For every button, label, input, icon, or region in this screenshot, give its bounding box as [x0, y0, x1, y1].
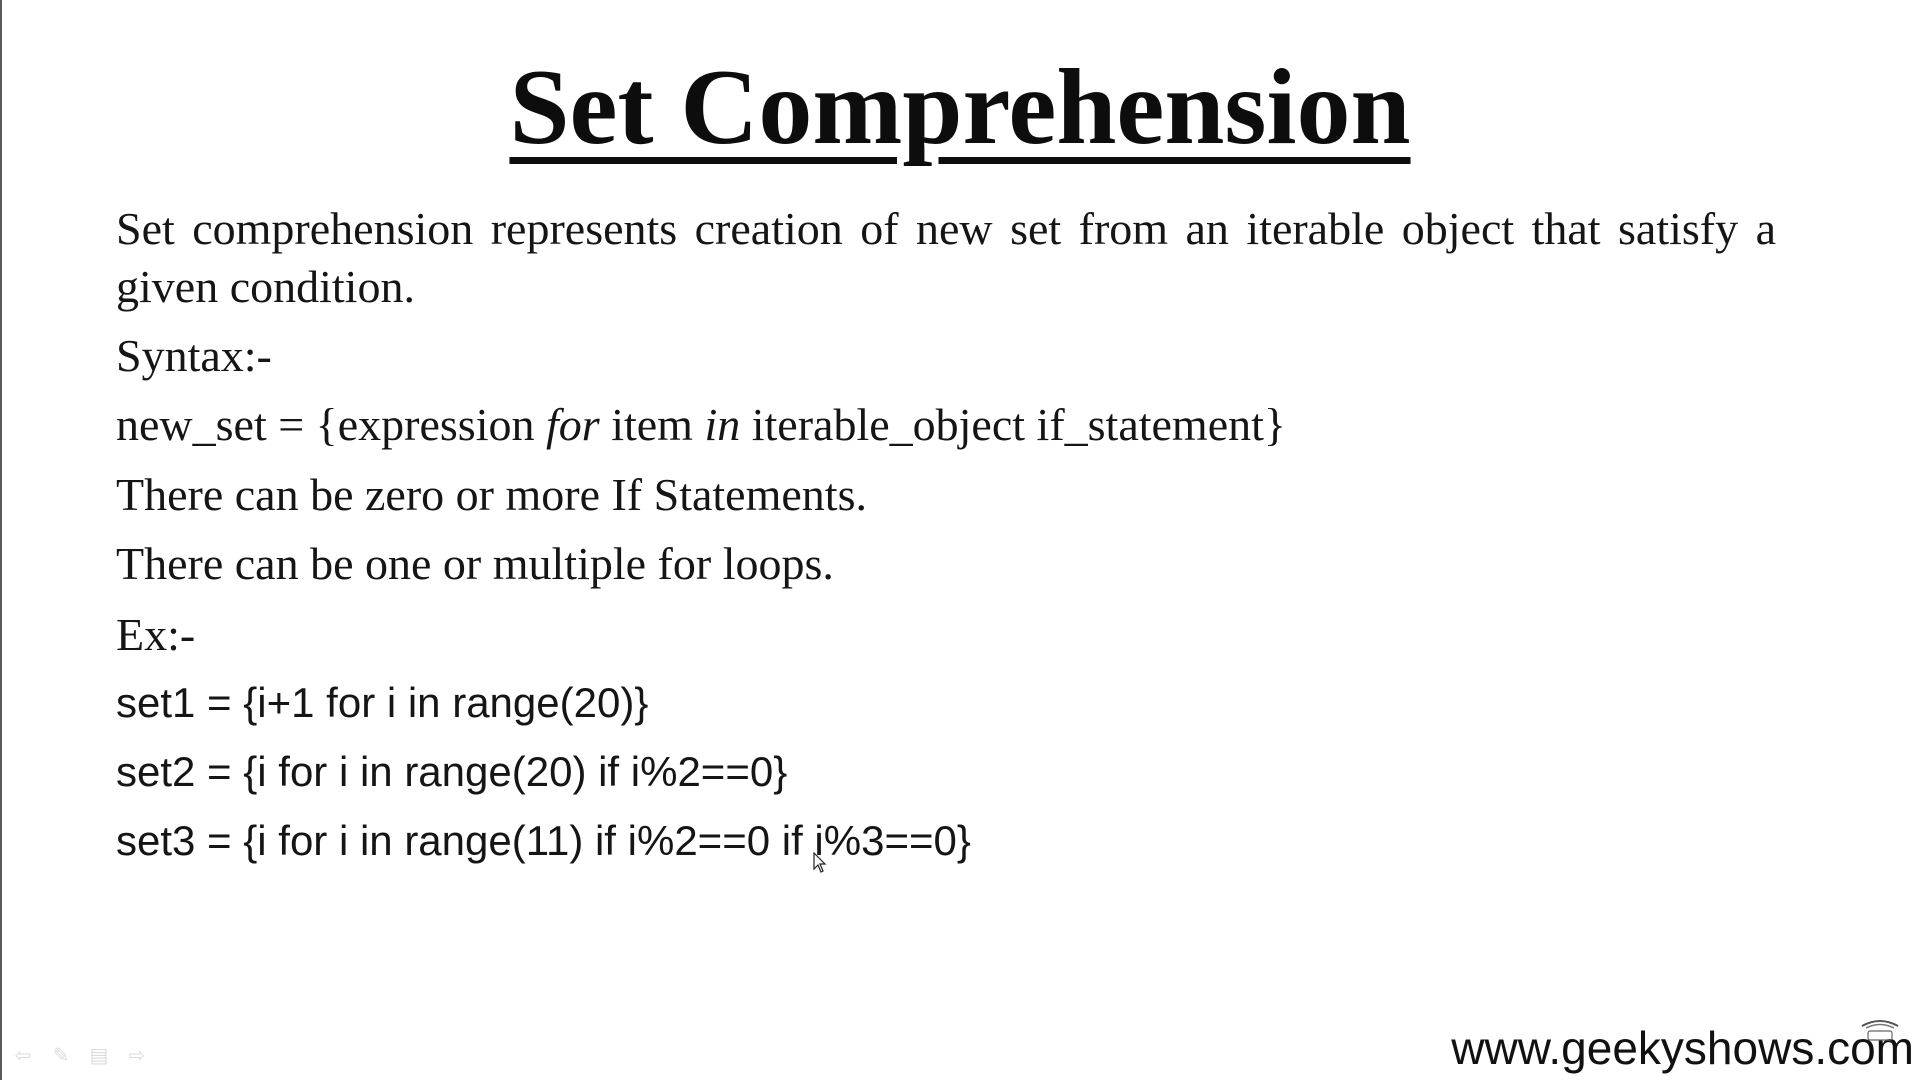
channel-logo-icon: [1861, 1020, 1899, 1041]
menu-icon[interactable]: ▤: [86, 1044, 112, 1066]
example-code-line: set3 = {i for i in range(11) if i%2==0 i…: [116, 817, 971, 864]
syntax-keyword-for: for: [546, 399, 600, 450]
previous-icon[interactable]: ⇦: [10, 1044, 36, 1066]
syntax-line: new_set = {expression for item in iterab…: [116, 396, 1286, 454]
next-icon[interactable]: ⇨: [124, 1044, 150, 1066]
slideshow-controls: ⇦ ✎ ▤ ⇨: [10, 1044, 150, 1066]
syntax-part: new_set = {expression: [116, 399, 546, 450]
note-if-statements: There can be zero or more If Statements.: [116, 469, 867, 520]
slide-title: Set Comprehension: [509, 48, 1411, 167]
mouse-cursor-icon: [813, 852, 827, 873]
syntax-label: Syntax:-: [116, 330, 272, 381]
syntax-part: iterable_object if_statement}: [740, 399, 1286, 450]
example-label: Ex:-: [116, 609, 196, 660]
website-watermark: www.geekyshows.com: [1451, 1022, 1914, 1074]
slide: Set Comprehension Set comprehension repr…: [0, 0, 1920, 1080]
definition-paragraph: Set comprehension represents creation of…: [116, 203, 1776, 312]
pen-icon[interactable]: ✎: [48, 1044, 74, 1066]
example-code-line: set2 = {i for i in range(20) if i%2==0}: [116, 748, 788, 795]
syntax-part: item: [599, 399, 705, 450]
note-for-loops: There can be one or multiple for loops.: [116, 538, 834, 589]
example-code-line: set1 = {i+1 for i in range(20)}: [116, 679, 649, 726]
syntax-keyword-in: in: [704, 399, 741, 450]
